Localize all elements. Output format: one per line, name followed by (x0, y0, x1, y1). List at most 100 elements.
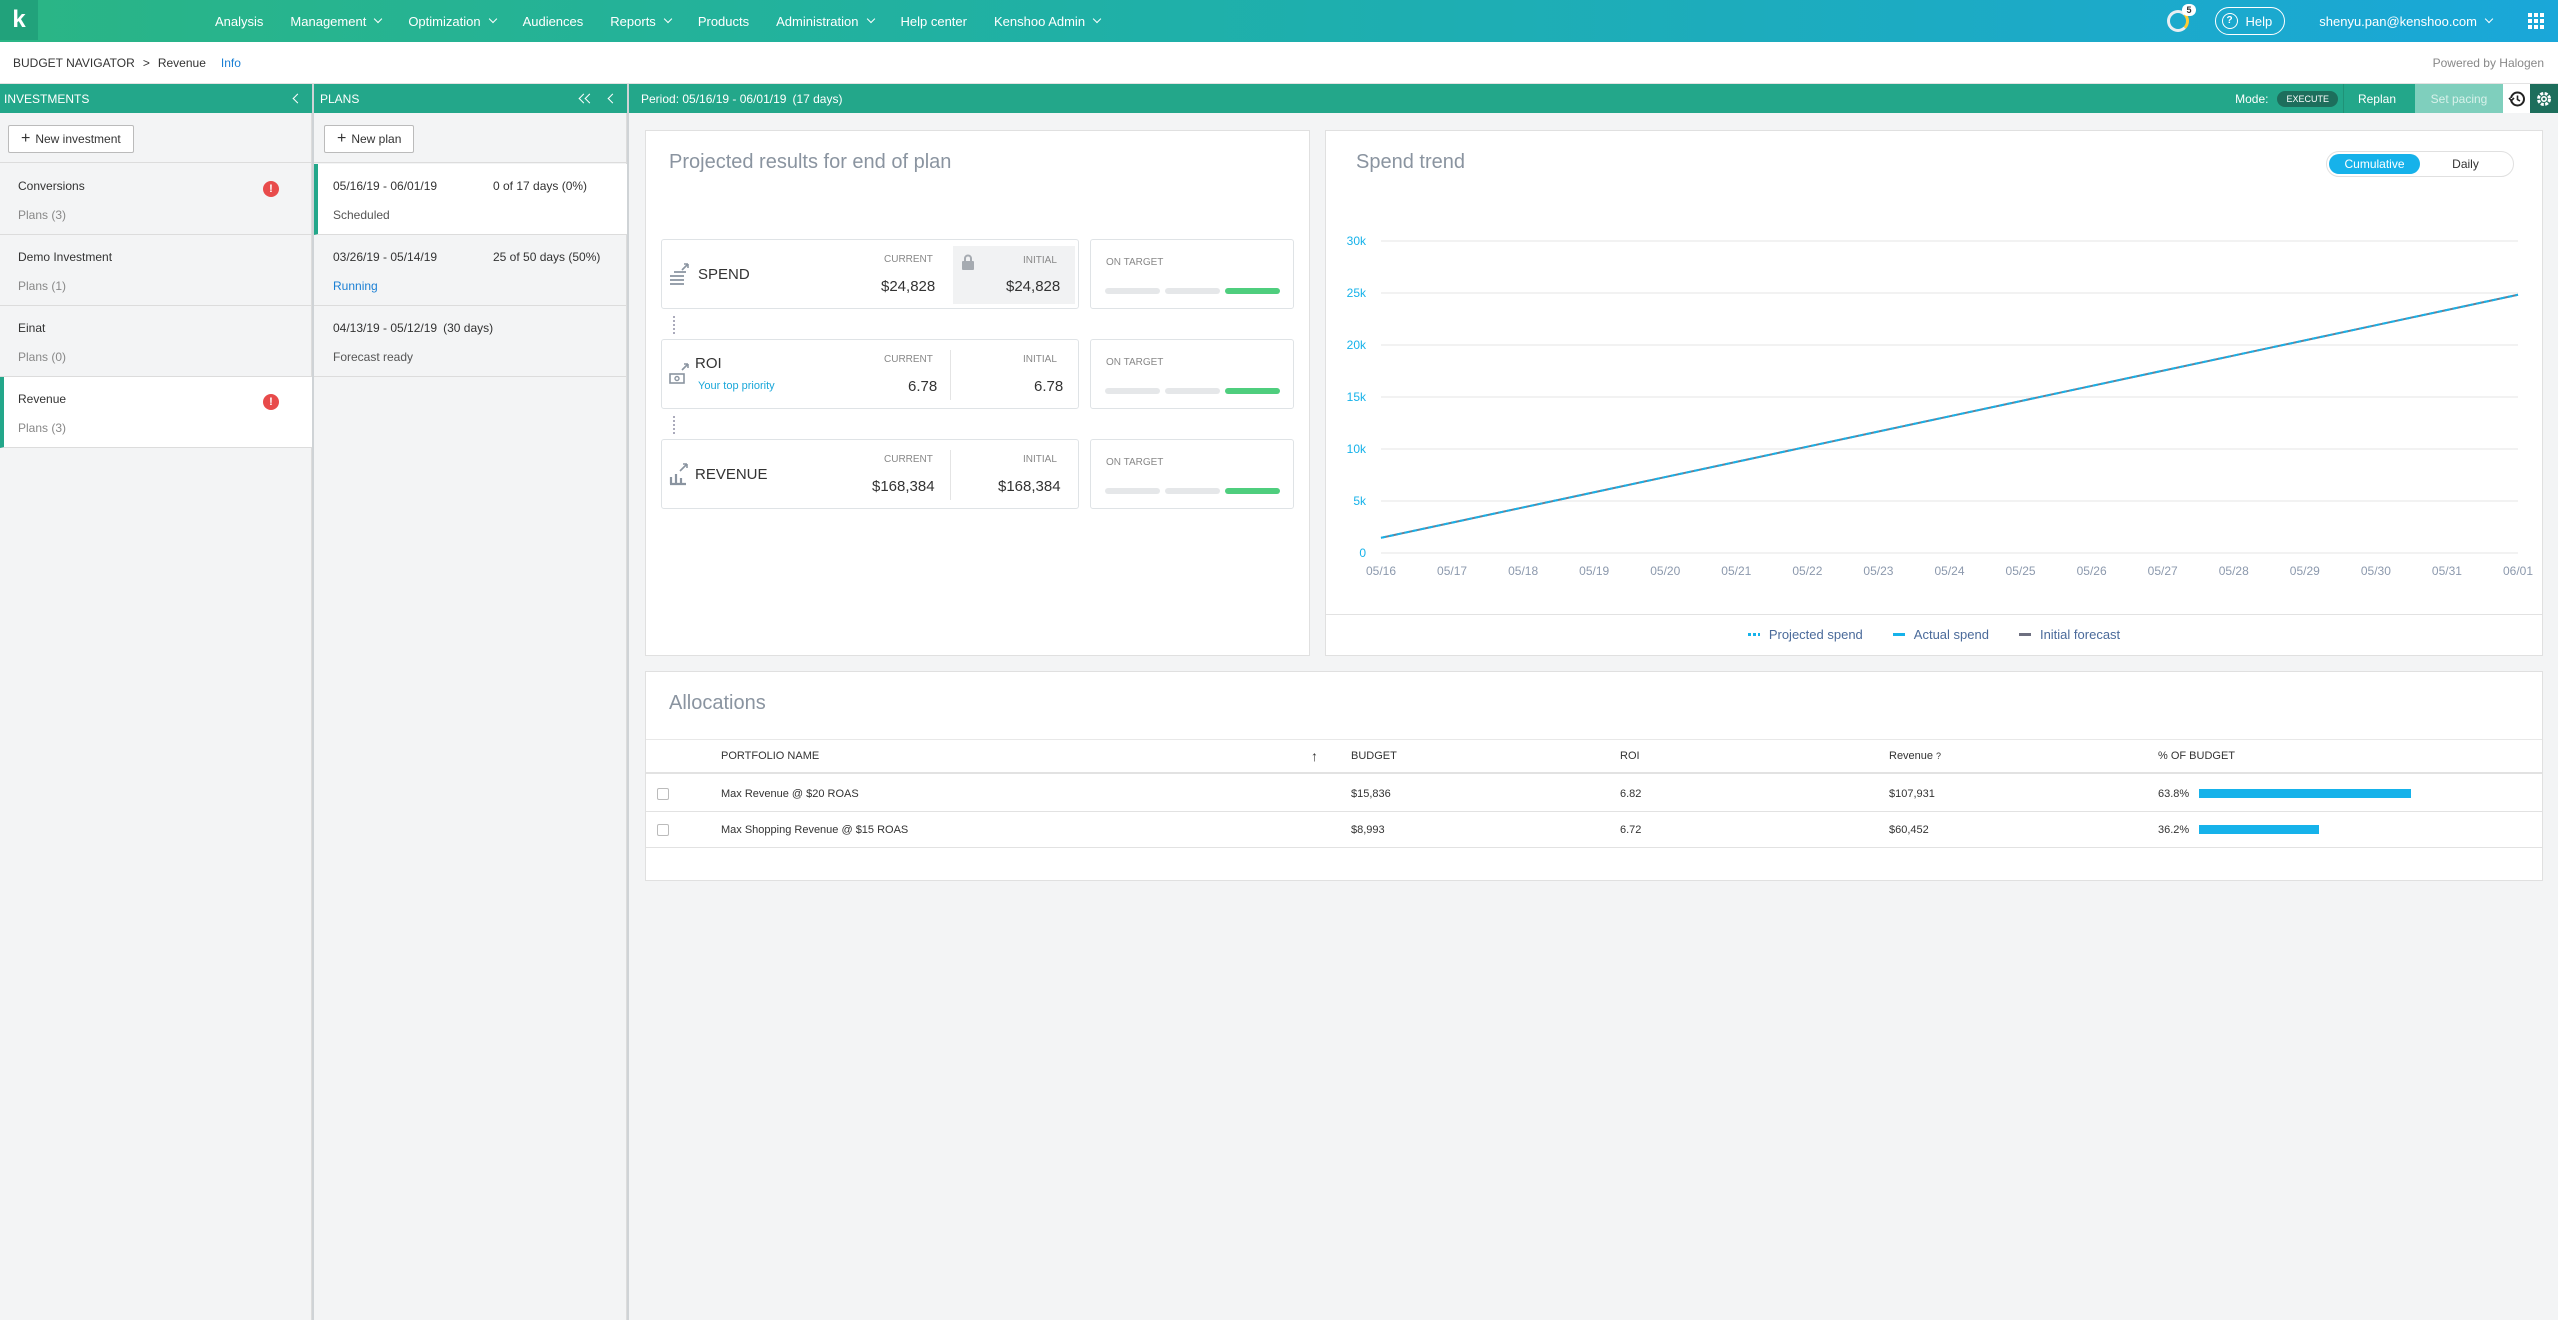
spend-metric: SPEND CURRENT $24,828 INITIAL $24,828 (661, 239, 1079, 309)
new-investment-button[interactable]: + New investment (8, 125, 134, 153)
nav-help-center[interactable]: Help center (901, 14, 967, 29)
target-segment (1105, 288, 1160, 294)
help-icon: ? (2221, 13, 2238, 29)
collapse-left-icon[interactable] (607, 93, 618, 104)
replan-label: Replan (2357, 91, 2396, 106)
projected-results-card: Projected results for end of plan SPEND … (645, 130, 1310, 656)
investment-name: Einat (18, 321, 46, 335)
legend-projected-spend[interactable]: Projected spend (1747, 627, 1863, 642)
investments-header-label: INVESTMENTS (4, 91, 90, 106)
roi-value: 6.72 (1620, 823, 1642, 836)
col-roi[interactable]: ROI (1620, 740, 1640, 772)
top-navigation-bar: k Analysis Management Optimization Audie… (0, 0, 2558, 42)
x-tick-label: 05/28 (2219, 564, 2249, 578)
roi-value: 6.82 (1620, 787, 1642, 800)
legend-actual-spend[interactable]: Actual spend (1892, 627, 1989, 642)
table-row[interactable]: Max Revenue @ $20 ROAS $15,836 6.82 $107… (646, 776, 2542, 812)
collapse-left-icon[interactable] (292, 93, 303, 104)
y-tick-label: 15k (1347, 390, 1367, 404)
current-label: CURRENT (884, 254, 933, 265)
set-pacing-button[interactable]: Set pacing (2415, 84, 2503, 113)
revenue-icon (669, 463, 688, 486)
panel-divider[interactable] (312, 84, 314, 1320)
initial-label: INITIAL (1023, 354, 1057, 365)
plan-status: Scheduled (333, 208, 390, 222)
col-pct-budget[interactable]: % OF BUDGET (2158, 740, 2235, 772)
on-target-label: ON TARGET (1106, 357, 1164, 368)
breadcrumb-separator: > (142, 56, 150, 70)
pct-value: 36.2% (2158, 823, 2190, 836)
replan-button[interactable]: Replan (2342, 84, 2396, 113)
chevron-down-icon (2484, 14, 2494, 24)
nav-optimization[interactable]: Optimization (408, 14, 497, 29)
plan-item[interactable]: 03/26/19 - 05/14/19 25 of 50 days (50%) R… (314, 235, 627, 306)
breadcrumb-root[interactable]: BUDGET NAVIGATOR (13, 56, 135, 70)
sort-ascending-icon[interactable]: ↑ (1311, 740, 1318, 772)
x-tick-label: 05/26 (2077, 564, 2107, 578)
roi-metric: ROI Your top priority CURRENT 6.78 INITI… (661, 339, 1079, 409)
metric-name: REVENUE (695, 466, 768, 483)
nav-administration[interactable]: Administration (776, 13, 875, 29)
panel-divider[interactable] (627, 84, 629, 1320)
help-button[interactable]: ? Help (2214, 7, 2286, 35)
period-days: (17 days) (792, 91, 843, 106)
nav-management[interactable]: Management (290, 14, 383, 29)
roi-on-target: ON TARGET (1090, 339, 1294, 409)
x-tick-label: 05/17 (1437, 564, 1467, 578)
apps-grid-icon[interactable] (2528, 13, 2544, 29)
nav-label: Administration (776, 13, 859, 29)
info-link[interactable]: Info (221, 56, 241, 70)
nav-label: Kenshoo Admin (993, 13, 1086, 29)
row-checkbox[interactable] (657, 824, 669, 836)
investment-item-conversions[interactable]: Conversions Plans (3) ! (0, 164, 312, 235)
new-plan-button[interactable]: + New plan (324, 125, 415, 153)
breadcrumb: BUDGET NAVIGATOR > Revenue Info (13, 42, 241, 84)
budget-value: $8,993 (1351, 823, 1385, 836)
roi-icon (669, 363, 689, 384)
col-revenue[interactable]: Revenue? (1889, 740, 1941, 772)
double-chevron-left-icon-part (584, 93, 595, 104)
plan-item[interactable]: 05/16/19 - 06/01/19 0 of 17 days (0%) Sch… (314, 164, 627, 235)
investment-item-revenue[interactable]: Revenue Plans (3) ! (0, 377, 312, 448)
nav-reports[interactable]: Reports (610, 14, 673, 29)
table-row[interactable]: Max Shopping Revenue @ $15 ROAS $8,993 6… (646, 812, 2542, 848)
spend-trend-chart: 0 5k 10k 15k 20k 25k 30k 05/16 05/17 05/18 05/19 05… (1347, 234, 2534, 578)
nav-products[interactable]: Products (698, 14, 749, 29)
current-label: CURRENT (884, 354, 933, 365)
plans-toolbar: + New plan (314, 113, 626, 163)
plan-progress: (30 days) (443, 321, 494, 335)
settings-button[interactable] (2530, 84, 2558, 113)
revenue-value: $60,452 (1889, 823, 1929, 836)
main-menu: Analysis Management Optimization Audienc… (215, 0, 1127, 42)
investment-item-demo-investment[interactable]: Demo Investment Plans (1) (0, 235, 312, 306)
y-tick-label: 0 (1359, 546, 1366, 560)
investment-item-einat[interactable]: Einat Plans (0) (0, 306, 312, 377)
help-tooltip-icon[interactable]: ? (1936, 751, 1941, 761)
history-button[interactable] (2503, 84, 2530, 113)
nav-analysis[interactable]: Analysis (215, 14, 263, 29)
plan-dates: 03/26/19 - 05/14/19 (333, 250, 438, 264)
target-segment (1165, 388, 1220, 394)
row-checkbox[interactable] (657, 788, 669, 800)
investments-toolbar: + New investment (0, 113, 311, 163)
nav-kenshoo-admin[interactable]: Kenshoo Admin (993, 13, 1102, 29)
notifications-icon[interactable]: 5 (2166, 4, 2196, 32)
column-label: Revenue (1889, 750, 1934, 762)
revenue-on-target: ON TARGET (1090, 439, 1294, 509)
kenshoo-logo[interactable]: k (0, 0, 38, 40)
nav-audiences[interactable]: Audiences (523, 14, 584, 29)
x-tick-label: 05/21 (1721, 564, 1751, 578)
plan-item[interactable]: 04/13/19 - 05/12/19 (30 days) Forecast re… (314, 306, 627, 377)
x-tick-label: 05/18 (1508, 564, 1538, 578)
col-portfolio-name[interactable]: PORTFOLIO NAME (721, 740, 819, 772)
alert-icon: ! (263, 181, 279, 197)
powered-by: Powered by Halogen (2432, 56, 2544, 70)
user-email: shenyu.pan@kenshoo.com (2319, 13, 2477, 29)
budget-value: $15,836 (1351, 787, 1391, 800)
plus-icon: + (21, 130, 31, 147)
revenue-metric: REVENUE CURRENT $168,384 INITIAL $168,38… (661, 439, 1079, 509)
legend-initial-forecast[interactable]: Initial forecast (2018, 627, 2120, 642)
col-budget[interactable]: BUDGET (1351, 740, 1397, 772)
new-plan-label: New plan (351, 132, 402, 146)
user-menu[interactable]: shenyu.pan@kenshoo.com (2319, 13, 2494, 29)
